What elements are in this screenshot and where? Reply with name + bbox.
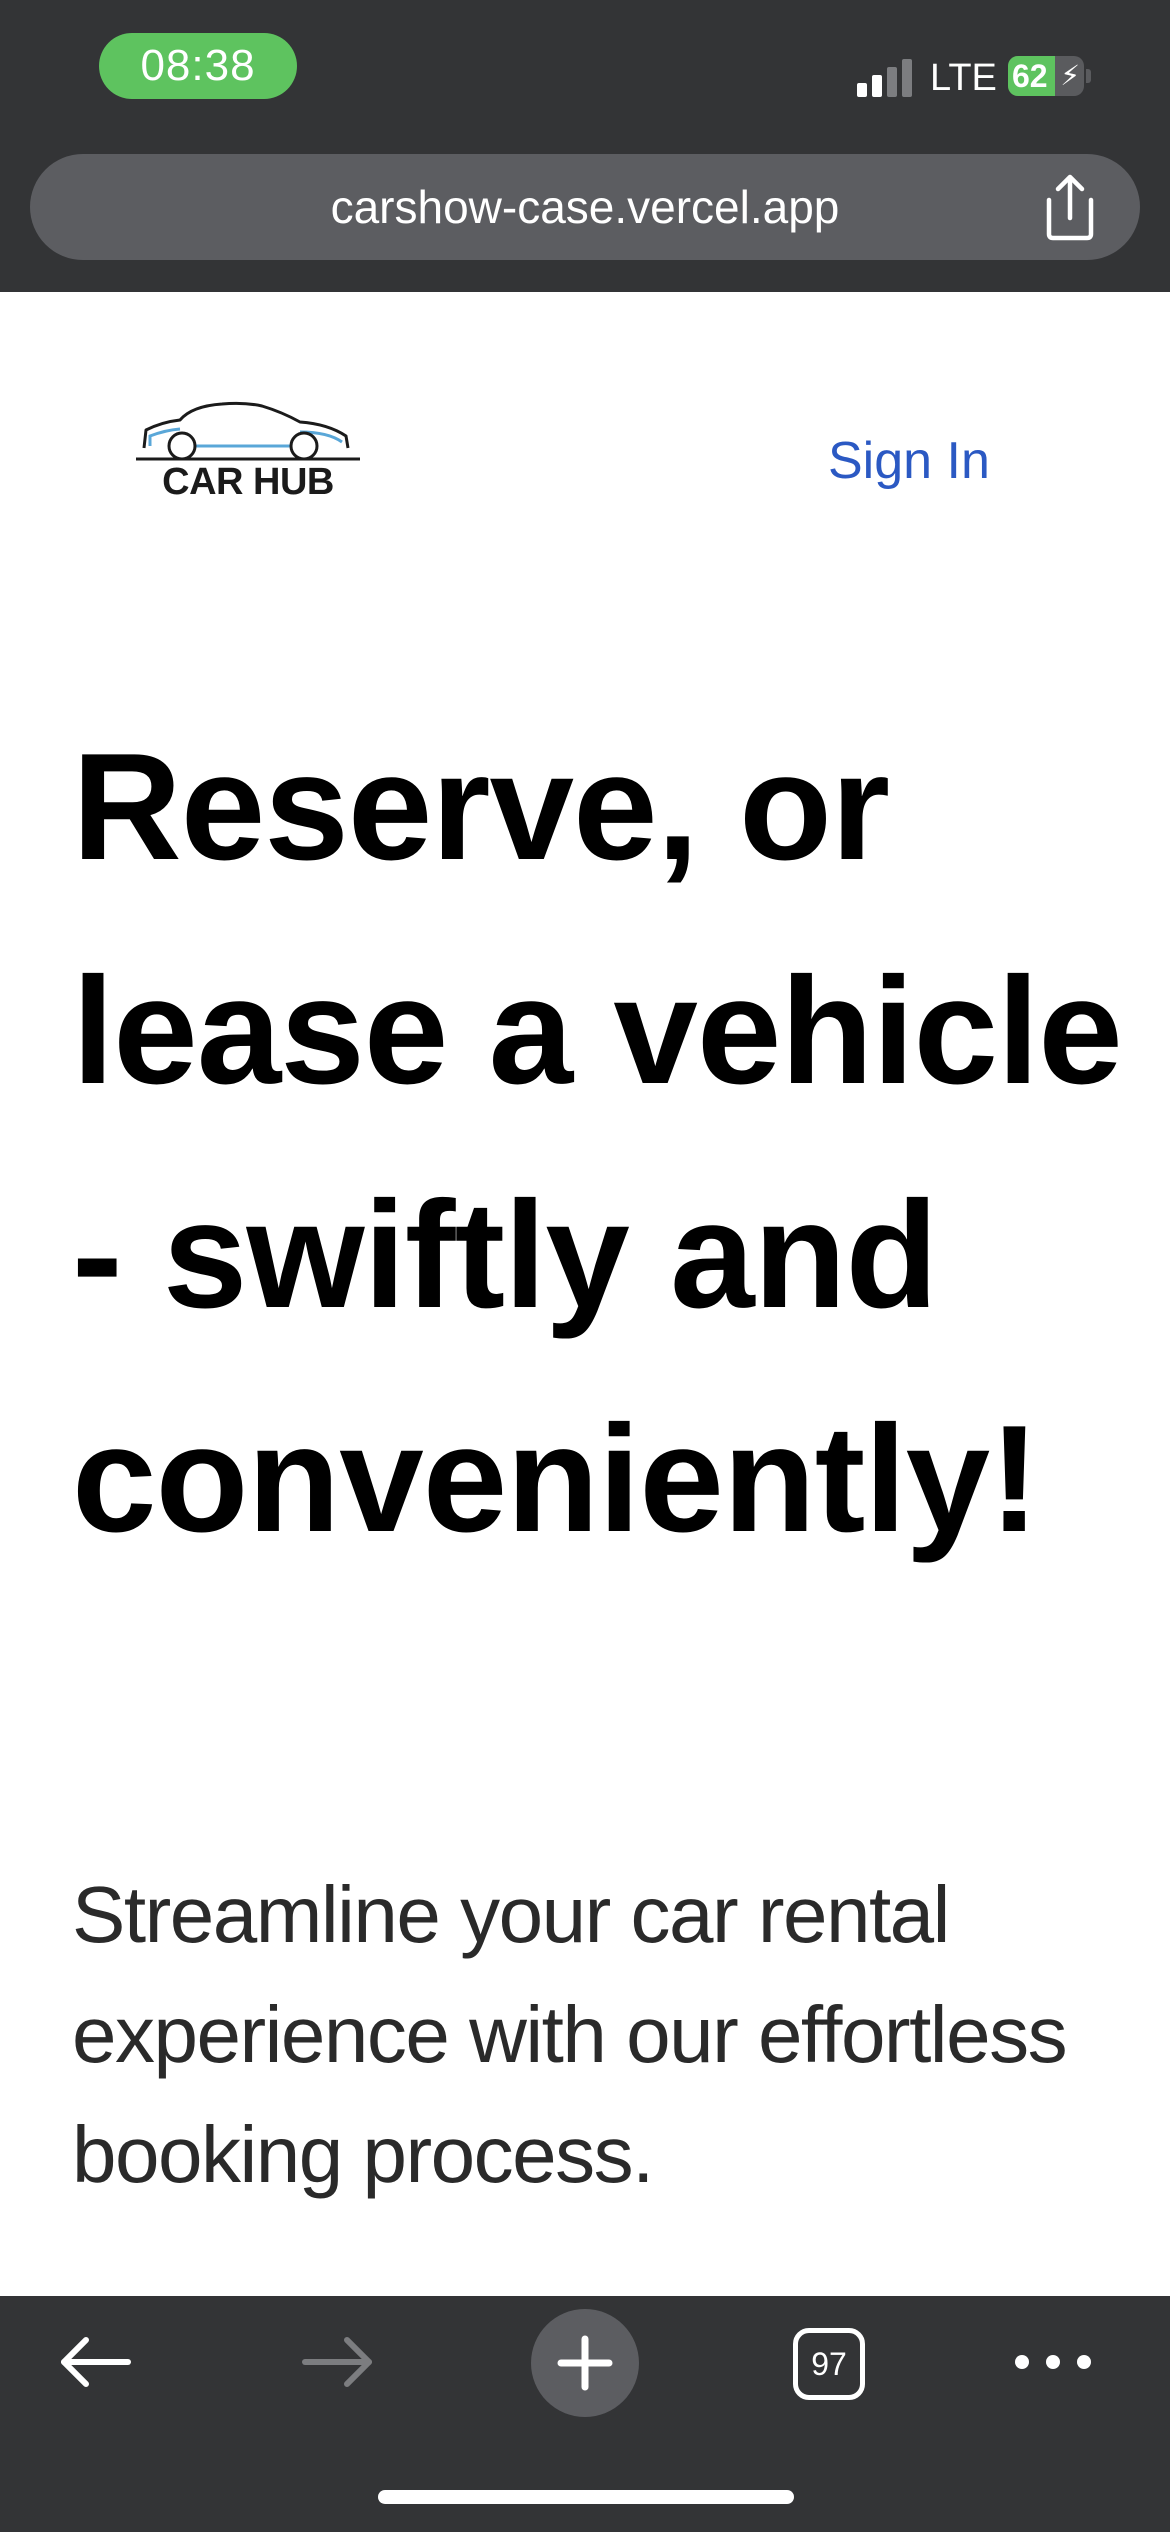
tab-count: 97 [811,2346,847,2382]
battery-level: 62 [1012,58,1048,94]
hero-title: Reserve, or lease a vehicle - swiftly an… [72,722,1123,1564]
battery-tip [1086,69,1091,83]
new-tab-button[interactable] [531,2309,639,2417]
home-indicator[interactable] [378,2490,794,2504]
logo-text: CAR HUB [162,461,334,503]
car-logo-icon [136,401,360,461]
address-bar[interactable]: carshow-case.vercel.app [30,154,1140,260]
charging-bolt-icon: ⚡ [1060,60,1080,91]
tabs-count-icon[interactable]: 97 [793,2328,865,2400]
share-icon[interactable] [1037,170,1103,244]
network-type: LTE [930,57,997,99]
arrow-left-icon[interactable] [40,2326,150,2436]
hero-subtitle: Streamline your car rental experience wi… [72,1870,1068,2199]
sign-in-button[interactable]: Sign In [828,425,990,497]
status-time: 08:38 [99,33,297,99]
arrow-right-icon[interactable] [283,2326,393,2436]
car-hub-logo[interactable]: CAR HUB [132,396,364,514]
battery-icon: 62 ⚡ [1008,56,1084,96]
plus-icon [557,2335,613,2391]
url-text[interactable]: carshow-case.vercel.app [30,154,1140,260]
cellular-signal-icon [857,59,913,97]
more-dots-icon[interactable] [1000,2326,1110,2436]
